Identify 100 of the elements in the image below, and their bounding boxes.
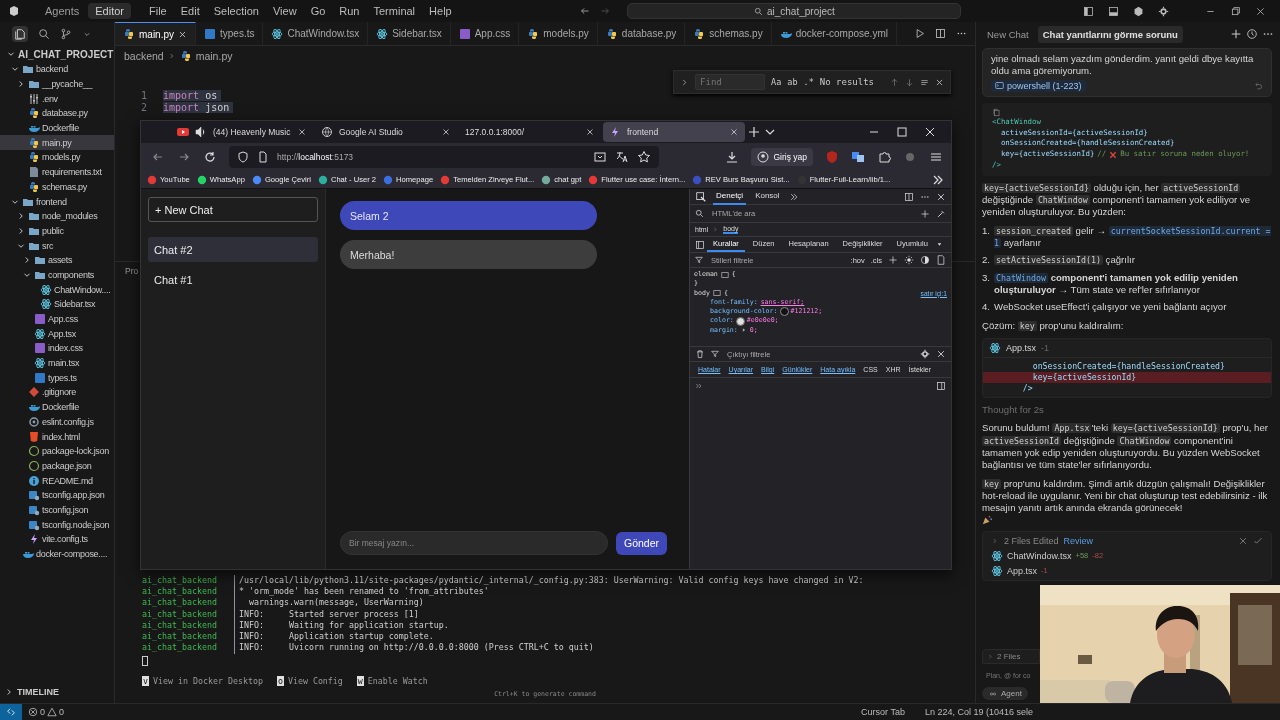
menu-item[interactable]: Go (304, 3, 332, 19)
browser-tab[interactable]: (44) Heavenly Music (171, 122, 313, 142)
tree-item[interactable]: App.tsx (0, 326, 114, 342)
tree-item[interactable]: types.ts (0, 370, 114, 386)
tree-item[interactable]: assets (0, 252, 114, 268)
message-input[interactable]: Bir mesaj yazın... (340, 531, 608, 555)
docker-action[interactable]: v View in Docker Desktop (142, 675, 263, 686)
tree-item[interactable]: ChatWindow.... (0, 282, 114, 297)
command-search-field[interactable]: ai_chat_project (627, 3, 962, 19)
tree-item[interactable]: .env (0, 91, 114, 107)
docker-action[interactable]: w Enable Watch (356, 675, 428, 686)
docker-action[interactable]: o View Config (276, 675, 343, 686)
chat-list-item[interactable]: Chat #1 (148, 267, 318, 292)
conversation-tab[interactable]: New Chat (982, 25, 1034, 43)
tree-item[interactable]: frontend (0, 194, 114, 209)
browser-tab[interactable]: 127.0.0.1:8000/ (459, 122, 601, 142)
menu-item[interactable]: Terminal (367, 3, 422, 19)
tree-item[interactable]: App.css (0, 311, 114, 327)
file-tab[interactable]: database.py (597, 22, 686, 45)
tree-item[interactable]: tsconfig.app.json (0, 487, 114, 503)
tree-item[interactable]: __pycache__ (0, 76, 114, 92)
menu-item[interactable]: Run (333, 3, 366, 19)
code-line: import json (163, 102, 234, 114)
tree-item[interactable]: main.py (0, 135, 114, 151)
timeline-header[interactable]: TIMELINE (0, 687, 114, 703)
file-tab[interactable]: ChatWindow.tsx (263, 22, 369, 45)
file-tab[interactable]: models.py (519, 22, 598, 45)
tree-item[interactable]: eslint.config.js (0, 414, 114, 430)
devtools-tab[interactable]: Konsol (752, 188, 783, 205)
search-option[interactable]: ab (787, 77, 798, 87)
sign-in-button[interactable]: Giriş yap (751, 148, 813, 166)
chat-list-item[interactable]: Chat #2 (148, 237, 318, 262)
line-number: 2 (139, 102, 147, 114)
browser-tab[interactable]: frontend (603, 122, 745, 142)
tree-item[interactable]: components (0, 267, 114, 283)
tree-item[interactable]: requirements.txt (0, 164, 114, 180)
tree-item[interactable]: src (0, 238, 114, 253)
list-number: 2. (982, 254, 990, 267)
send-button[interactable]: Gönder (616, 531, 668, 555)
file-tab[interactable]: schemas.py (685, 22, 772, 45)
tree-item[interactable]: index.html (0, 429, 114, 444)
tree-item[interactable]: package.json (0, 458, 114, 474)
file-tab[interactable]: types.ts (196, 22, 264, 45)
files-bar[interactable]: 2 Files (982, 649, 1040, 664)
review-link[interactable]: Review (1063, 534, 1094, 547)
file-tab[interactable]: App.css (450, 22, 520, 45)
tree-item[interactable]: tsconfig.node.json (0, 517, 114, 532)
tree-item[interactable]: index.css (0, 341, 114, 356)
mode-tab[interactable]: Editor (88, 3, 131, 19)
devtools-tab[interactable]: Denetçi (713, 188, 747, 205)
file-tab[interactable]: main.py (115, 22, 196, 45)
tree-item[interactable]: database.py (0, 106, 114, 121)
list-item-text: WebSocket useEffect'i çalışıyor ve yeni bağlantı açıyor (994, 301, 1227, 314)
tree-item[interactable]: tsconfig.json (0, 502, 114, 518)
file-tab[interactable]: Sidebar.tsx (368, 22, 451, 45)
search-option[interactable]: Aa (771, 77, 782, 87)
menu-item[interactable]: File (143, 3, 173, 19)
panel-tab[interactable]: Pro (125, 266, 139, 276)
tree-item[interactable]: Dockerfile (0, 399, 114, 415)
tree-item[interactable]: docker-compose.... (0, 546, 114, 562)
tree-item[interactable]: Sidebar.tsx (0, 297, 114, 312)
file-tab[interactable]: docker-compose.yml (771, 22, 897, 45)
agent-mode-button[interactable]: Agent (982, 687, 1028, 700)
menu-item[interactable]: Edit (174, 3, 206, 19)
tree-item[interactable]: Dockerfile (0, 120, 114, 136)
tree-item[interactable]: schemas.py (0, 179, 114, 195)
tree-item[interactable]: package-lock.json (0, 443, 114, 459)
browser-tab[interactable]: Google AI Studio (315, 122, 457, 142)
list-item-text: session_created gelir → currentSocketSessionId.current = 1 ayarlanır (994, 224, 1272, 250)
project-header[interactable]: AI_CHAT_PROJECT (0, 46, 114, 62)
find-field[interactable]: Find (695, 74, 766, 90)
menu-item[interactable]: Selection (207, 3, 265, 19)
address-bar[interactable]: http://localhost:5173 (229, 146, 659, 168)
terminal-source: ai_chat_backend (142, 631, 218, 643)
thought-label[interactable]: Thought for 2s (982, 404, 1272, 417)
menu-item[interactable]: Help (423, 3, 458, 19)
conversation-tab[interactable]: Chat yanıtlarını görme sorunu (1037, 25, 1183, 43)
terminal-source: ai_chat_backend (142, 619, 218, 632)
status-item[interactable]: Ln 224, Col 19 (10416 sele (922, 707, 1035, 717)
file-name[interactable]: App.tsx (1006, 341, 1036, 355)
problems-status[interactable]: 0 0 (26, 707, 67, 717)
terminal-attachment[interactable]: powershell (1-223) (991, 79, 1086, 92)
tree-item[interactable]: .gitignore (0, 385, 114, 400)
breadcrumb-item[interactable]: backend (124, 50, 164, 62)
tree-item[interactable]: models.py (0, 150, 114, 165)
new-chat-button[interactable]: + New Chat (148, 197, 318, 222)
list-number: 3. (982, 271, 990, 285)
list-item-text: setActiveSessionId(1) çağrılır (994, 254, 1135, 267)
tree-item[interactable]: vite.config.ts (0, 532, 114, 547)
tree-item[interactable]: public (0, 223, 114, 239)
search-option[interactable]: .* (803, 77, 814, 87)
tree-item[interactable]: main.tsx (0, 355, 114, 371)
code-line: import os (163, 90, 222, 102)
tree-item[interactable]: node_modules (0, 208, 114, 224)
tree-item[interactable]: backend (0, 62, 114, 77)
tree-item[interactable]: README.md (0, 473, 114, 488)
mode-tab[interactable]: Agents (38, 3, 87, 19)
status-item[interactable]: Cursor Tab (859, 707, 907, 717)
breadcrumb-item[interactable]: main.py (195, 50, 233, 62)
menu-item[interactable]: View (266, 3, 303, 19)
